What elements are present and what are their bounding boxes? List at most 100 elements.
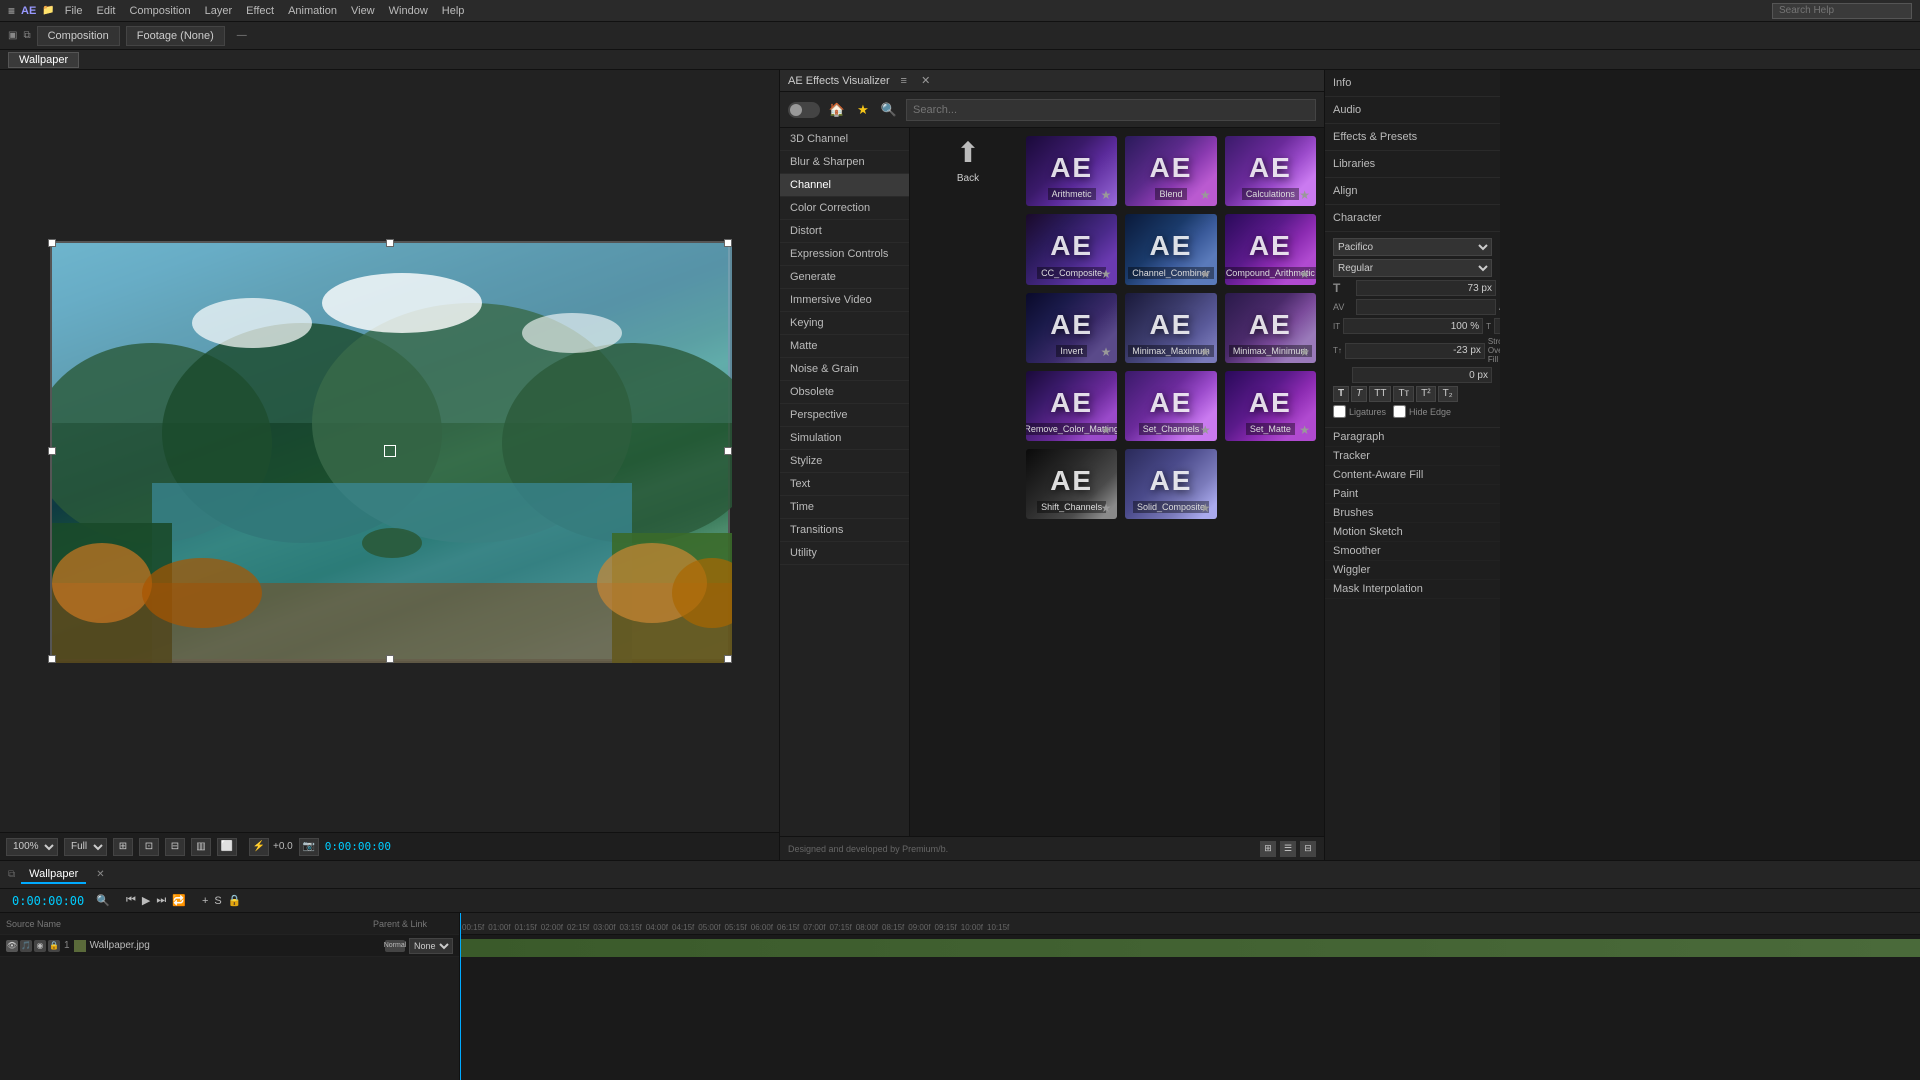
handle-bot-left[interactable] [48, 655, 56, 663]
search-icon-toolbar[interactable]: 🔍 [880, 101, 898, 119]
handle-bot-mid[interactable] [386, 655, 394, 663]
star-button-arithmetic[interactable]: ★ [1101, 188, 1112, 202]
fast-preview-btn[interactable]: ⚡ [249, 838, 269, 856]
list-view-btn[interactable]: ☰ [1280, 841, 1296, 857]
layer-mode-icon[interactable]: Normal [385, 940, 405, 952]
star-button-set-matte[interactable]: ★ [1299, 423, 1310, 437]
menu-effect[interactable]: Effect [246, 5, 274, 17]
effect-card-remove-color-matting[interactable]: AERemove_Color_Matting★ [1026, 371, 1117, 441]
star-button-solid-composite[interactable]: ★ [1200, 501, 1211, 515]
effect-card-blend[interactable]: AEBlend★ [1125, 136, 1216, 206]
layer-track-1[interactable] [460, 939, 1920, 957]
category-item-transitions[interactable]: Transitions [780, 519, 909, 542]
ligatures-check[interactable] [1333, 405, 1346, 418]
effects-presets-label[interactable]: Effects & Presets [1333, 128, 1492, 146]
hide-edge-check[interactable] [1393, 405, 1406, 418]
toggle-btn[interactable] [788, 102, 820, 118]
effect-card-solid-composite[interactable]: AESolid_Composite★ [1125, 449, 1216, 519]
search-tl-btn[interactable]: 🔍 [94, 894, 112, 907]
star-button-invert[interactable]: ★ [1101, 345, 1112, 359]
solo-btn[interactable]: S [212, 894, 223, 907]
category-item-expression-controls[interactable]: Expression Controls [780, 243, 909, 266]
category-item-3d-channel[interactable]: 3D Channel [780, 128, 909, 151]
content-aware-fill-item[interactable]: Content-Aware Fill [1325, 466, 1500, 485]
category-item-keying[interactable]: Keying [780, 312, 909, 335]
effect-card-set-channels[interactable]: AESet_Channels★ [1125, 371, 1216, 441]
timeline-tab-wallpaper[interactable]: Wallpaper [21, 866, 86, 884]
smoother-item[interactable]: Smoother [1325, 542, 1500, 561]
transparency-btn[interactable]: ▥ [191, 838, 211, 856]
composition-tab[interactable]: Composition [37, 26, 120, 46]
mask-interpolation-item[interactable]: Mask Interpolation [1325, 580, 1500, 599]
category-item-text[interactable]: Text [780, 473, 909, 496]
visibility-icon[interactable]: 👁 [6, 940, 18, 952]
handle-mid-left[interactable] [48, 447, 56, 455]
effect-card-calculations[interactable]: AECalculations★ [1225, 136, 1316, 206]
help-search-input[interactable] [1772, 3, 1912, 19]
effect-card-shift-channels[interactable]: AEShift_Channels★ [1026, 449, 1117, 519]
handle-mid-right[interactable] [724, 447, 732, 455]
motion-sketch-item[interactable]: Motion Sketch [1325, 523, 1500, 542]
star-button-minimax-maximum[interactable]: ★ [1200, 345, 1211, 359]
resolution-select[interactable]: Full [64, 838, 107, 856]
category-item-simulation[interactable]: Simulation [780, 427, 909, 450]
star-button-remove-color-matting[interactable]: ★ [1101, 423, 1112, 437]
timeline-tab-close[interactable]: ✕ [96, 869, 104, 880]
category-item-time[interactable]: Time [780, 496, 909, 519]
region-btn[interactable]: ⬜ [217, 838, 237, 856]
menu-layer[interactable]: Layer [205, 5, 233, 17]
menu-help[interactable]: Help [442, 5, 465, 17]
wallpaper-tab[interactable]: Wallpaper [8, 52, 79, 68]
large-grid-view-btn[interactable]: ⊟ [1300, 841, 1316, 857]
footage-tab[interactable]: Footage (None) [126, 26, 225, 46]
grid-view-btn[interactable]: ⊞ [1260, 841, 1276, 857]
italic-btn[interactable]: T [1351, 386, 1367, 402]
align-label[interactable]: Align [1333, 182, 1492, 200]
home-icon[interactable]: 🏠 [828, 101, 846, 119]
zoom-select[interactable]: 100% [6, 838, 58, 856]
category-item-generate[interactable]: Generate [780, 266, 909, 289]
next-frame-btn[interactable]: ⏭ [154, 894, 168, 907]
audio-label[interactable]: Audio [1333, 101, 1492, 119]
star-button-calculations[interactable]: ★ [1299, 188, 1310, 202]
character-label[interactable]: Character [1333, 209, 1492, 227]
category-item-distort[interactable]: Distort [780, 220, 909, 243]
effect-card-minimax-minimum[interactable]: AEMinimax_Minimum★ [1225, 293, 1316, 363]
lock-icon[interactable]: 🔒 [48, 940, 60, 952]
font-style-select[interactable]: Regular [1333, 259, 1492, 277]
prev-frame-btn[interactable]: ⏮ [124, 894, 138, 907]
category-item-matte[interactable]: Matte [780, 335, 909, 358]
wiggler-item[interactable]: Wiggler [1325, 561, 1500, 580]
info-label[interactable]: Info [1333, 74, 1492, 92]
effect-card-arithmetic[interactable]: AEArithmetic★ [1026, 136, 1117, 206]
category-item-blur-sharpen[interactable]: Blur & Sharpen [780, 151, 909, 174]
category-item-stylize[interactable]: Stylize [780, 450, 909, 473]
menu-animation[interactable]: Animation [288, 5, 337, 17]
grid-btn[interactable]: ⊞ [113, 838, 133, 856]
parent-select[interactable]: None [409, 938, 453, 954]
loop-btn[interactable]: 🔁 [170, 894, 188, 907]
guides-btn[interactable]: ⊟ [165, 838, 185, 856]
star-button-cc-composite[interactable]: ★ [1101, 267, 1112, 281]
baseline-input[interactable] [1345, 343, 1485, 359]
category-item-perspective[interactable]: Perspective [780, 404, 909, 427]
brushes-item[interactable]: Brushes [1325, 504, 1500, 523]
solo-icon[interactable]: ◉ [34, 940, 46, 952]
effect-card-channel-combiner[interactable]: AEChannel_Combiner★ [1125, 214, 1216, 284]
uppercase-btn[interactable]: TT [1369, 386, 1391, 402]
category-item-immersive-video[interactable]: Immersive Video [780, 289, 909, 312]
category-item-color-correction[interactable]: Color Correction [780, 197, 909, 220]
panel-menu-icon[interactable]: ≡ [896, 73, 912, 89]
star-button-set-channels[interactable]: ★ [1200, 423, 1211, 437]
paragraph-item[interactable]: Paragraph [1325, 428, 1500, 447]
star-button-channel-combiner[interactable]: ★ [1200, 267, 1211, 281]
stroke-input[interactable] [1352, 367, 1492, 383]
star-button-minimax-minimum[interactable]: ★ [1299, 345, 1310, 359]
star-filter-icon[interactable]: ★ [854, 101, 872, 119]
menu-edit[interactable]: Edit [96, 5, 115, 17]
vert-scale-input[interactable] [1343, 318, 1483, 334]
star-button-shift-channels[interactable]: ★ [1101, 501, 1112, 515]
menu-file[interactable]: File [65, 5, 83, 17]
star-button-compound-arithmetic[interactable]: ★ [1299, 267, 1310, 281]
panel-close-icon[interactable]: ✕ [918, 73, 934, 89]
